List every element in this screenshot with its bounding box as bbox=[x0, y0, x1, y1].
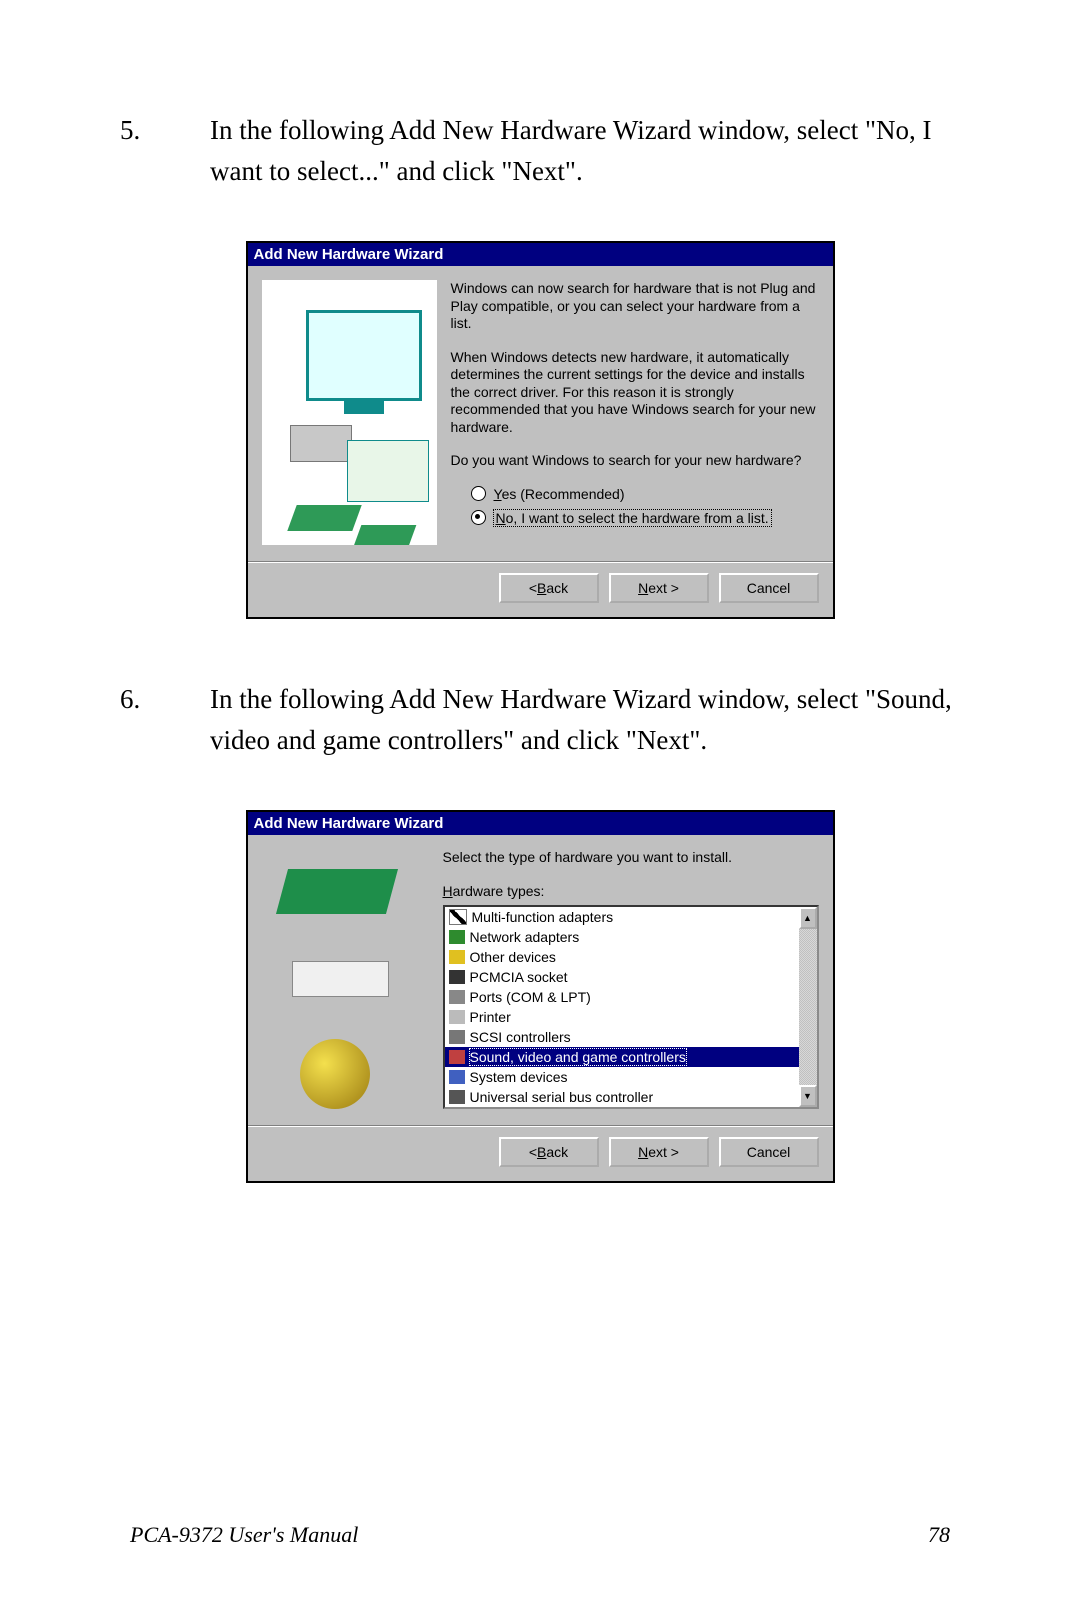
list-item[interactable]: Other devices bbox=[445, 947, 799, 967]
cancel-button[interactable]: Cancel bbox=[719, 1137, 819, 1167]
hardware-types-label: Hardware types: bbox=[443, 883, 819, 899]
device-icon bbox=[449, 1070, 465, 1084]
divider bbox=[248, 561, 833, 563]
screenshot-1: Add New Hardware Wizard Windows can now … bbox=[120, 241, 960, 619]
dialog-add-hardware-1: Add New Hardware Wizard Windows can now … bbox=[246, 241, 835, 619]
document-page: 5. In the following Add New Hardware Wiz… bbox=[0, 0, 1080, 1618]
footer-page-number: 78 bbox=[928, 1522, 950, 1548]
device-icon bbox=[449, 1030, 465, 1044]
device-icon bbox=[449, 990, 465, 1004]
dialog2-prompt: Select the type of hardware you want to … bbox=[443, 849, 819, 867]
list-item[interactable]: Universal serial bus controller bbox=[445, 1087, 799, 1107]
radio-option-no[interactable]: No, I want to select the hardware from a… bbox=[471, 510, 819, 526]
step-6: 6. In the following Add New Hardware Wiz… bbox=[120, 679, 960, 760]
scroll-up-button[interactable]: ▲ bbox=[799, 907, 817, 929]
list-item[interactable]: SCSI controllers bbox=[445, 1027, 799, 1047]
wizard-graphic bbox=[262, 280, 437, 545]
dialog-title: Add New Hardware Wizard bbox=[248, 243, 833, 266]
radio-no-label: No, I want to select the hardware from a… bbox=[494, 510, 771, 526]
device-icon bbox=[449, 1050, 465, 1064]
cancel-button[interactable]: Cancel bbox=[719, 573, 819, 603]
wizard-graphic-2 bbox=[262, 849, 427, 1109]
radio-option-yes[interactable]: Yes (Recommended) bbox=[471, 486, 819, 502]
screenshot-2: Add New Hardware Wizard Select the type … bbox=[120, 810, 960, 1183]
device-icon bbox=[449, 950, 465, 964]
scroll-down-button[interactable]: ▼ bbox=[799, 1085, 817, 1107]
dialog-title-2: Add New Hardware Wizard bbox=[248, 812, 833, 835]
back-button[interactable]: < Back bbox=[499, 1137, 599, 1167]
dialog-paragraph-3: Do you want Windows to search for your n… bbox=[451, 452, 819, 470]
next-button[interactable]: Next > bbox=[609, 1137, 709, 1167]
next-button[interactable]: Next > bbox=[609, 573, 709, 603]
device-icon bbox=[449, 930, 465, 944]
back-button[interactable]: < Back bbox=[499, 573, 599, 603]
step-6-text: In the following Add New Hardware Wizard… bbox=[210, 679, 960, 760]
footer-manual-title: PCA-9372 User's Manual bbox=[130, 1522, 358, 1548]
device-icon bbox=[449, 909, 467, 925]
list-item[interactable]: Printer bbox=[445, 1007, 799, 1027]
list-item-selected[interactable]: Sound, video and game controllers bbox=[445, 1047, 799, 1067]
list-item[interactable]: PCMCIA socket bbox=[445, 967, 799, 987]
radio-yes-label: Yes (Recommended) bbox=[494, 486, 625, 502]
list-item[interactable]: Network adapters bbox=[445, 927, 799, 947]
step-5-text: In the following Add New Hardware Wizard… bbox=[210, 110, 960, 191]
step-6-number: 6. bbox=[120, 679, 210, 760]
page-footer: PCA-9372 User's Manual 78 bbox=[0, 1522, 1080, 1548]
dialog-add-hardware-2: Add New Hardware Wizard Select the type … bbox=[246, 810, 835, 1183]
device-icon bbox=[449, 970, 465, 984]
dialog-paragraph-1: Windows can now search for hardware that… bbox=[451, 280, 819, 333]
scrollbar[interactable]: ▲ ▼ bbox=[799, 907, 817, 1107]
device-icon bbox=[449, 1010, 465, 1024]
scroll-track[interactable] bbox=[799, 929, 817, 1085]
device-icon bbox=[449, 1090, 465, 1104]
dialog-paragraph-2: When Windows detects new hardware, it au… bbox=[451, 349, 819, 437]
radio-icon bbox=[471, 486, 486, 501]
radio-icon-selected bbox=[471, 510, 486, 525]
list-item[interactable]: System devices bbox=[445, 1067, 799, 1087]
divider bbox=[248, 1125, 833, 1127]
step-5-number: 5. bbox=[120, 110, 210, 191]
hardware-types-list[interactable]: Multi-function adapters Network adapters… bbox=[443, 905, 819, 1109]
list-item[interactable]: Multi-function adapters bbox=[445, 907, 799, 927]
list-item[interactable]: Ports (COM & LPT) bbox=[445, 987, 799, 1007]
step-5: 5. In the following Add New Hardware Wiz… bbox=[120, 110, 960, 191]
